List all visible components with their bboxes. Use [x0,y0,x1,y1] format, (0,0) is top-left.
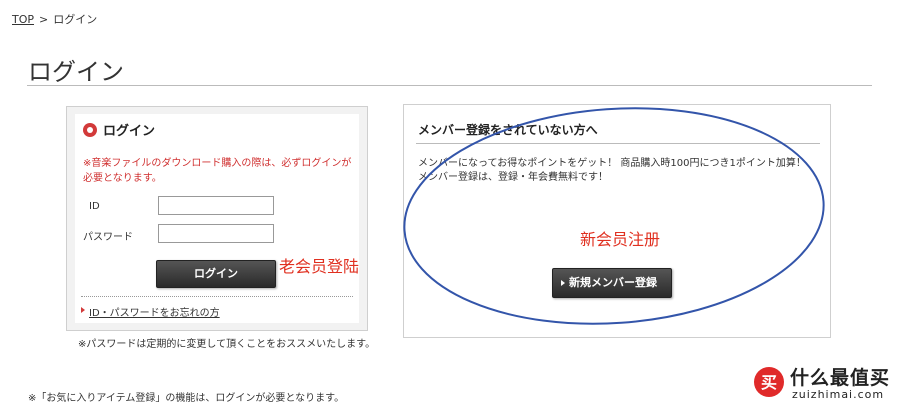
watermark-logo-char: 买 [761,373,777,392]
watermark-name: 什么最值买 [790,367,891,389]
annotation-old-member: 老会员登陆 [279,257,360,276]
watermark-url: zuizhimai.com [792,388,885,401]
watermark-logo-icon: 买 [754,367,784,397]
annotation-new-member: 新会员注册 [580,230,661,249]
annotation-ellipse [403,107,825,325]
